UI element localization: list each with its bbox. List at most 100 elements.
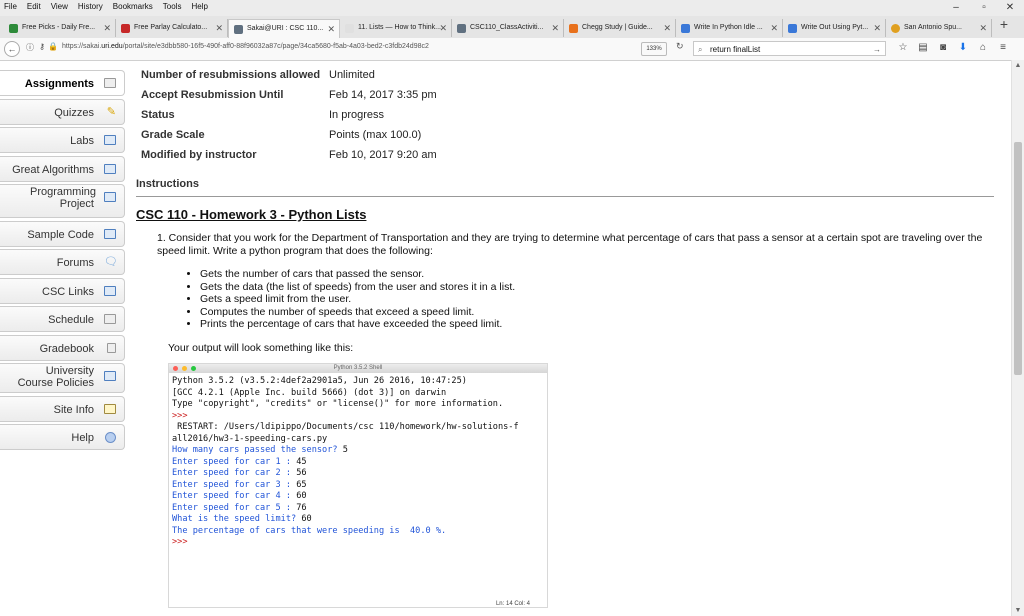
property-value: In progress xyxy=(329,109,385,121)
shell-line-text: [GCC 4.2.1 (Apple Inc. build 5666) (dot … xyxy=(172,387,447,398)
menu-view[interactable]: View xyxy=(46,1,73,13)
page-scrollbar[interactable]: ▲ ▼ xyxy=(1011,60,1024,616)
sidebar-item-label: Help xyxy=(71,432,94,444)
browser-tab[interactable]: Free Parlay Calculato... ✕ xyxy=(116,19,228,37)
property-value: Points (max 100.0) xyxy=(329,129,422,141)
list-item: Computes the number of speeds that excee… xyxy=(200,306,515,319)
go-arrow-icon[interactable]: → xyxy=(873,42,881,57)
minimize-button[interactable]: – xyxy=(942,0,970,16)
tab-title: 11. Lists — How to Think... xyxy=(358,24,441,31)
shell-line-text: Enter speed for car 3 : xyxy=(172,479,297,490)
search-input[interactable]: ⌕ return finalList → xyxy=(693,41,886,56)
menu-edit[interactable]: Edit xyxy=(22,1,46,13)
scrollbar-thumb[interactable] xyxy=(1014,142,1022,375)
book-icon xyxy=(104,135,116,145)
zoom-indicator[interactable]: 133% xyxy=(641,42,667,56)
close-window-button[interactable]: ✕ xyxy=(996,0,1024,16)
back-arrow-icon[interactable]: ← xyxy=(4,41,20,57)
minimize-dot-icon xyxy=(182,366,187,371)
tab-title: Write Out Using Pyt... xyxy=(801,24,869,31)
browser-tab[interactable]: CSC110_ClassActiviti... ✕ xyxy=(452,19,564,37)
tab-close-icon[interactable]: ✕ xyxy=(551,19,559,37)
scroll-up-icon[interactable]: ▲ xyxy=(1012,62,1024,69)
sidebar-item-quizzes[interactable]: Quizzes ✎ xyxy=(0,98,125,125)
tab-close-icon[interactable]: ✕ xyxy=(873,19,881,37)
url-prefix: https://sakai. xyxy=(62,43,102,50)
property-label: Accept Resubmission Until xyxy=(141,89,284,101)
sidebar-item-label: Gradebook xyxy=(39,342,94,355)
tab-close-icon[interactable]: ✕ xyxy=(439,19,447,37)
info-icon[interactable]: ⓘ xyxy=(24,42,36,53)
browser-tab[interactable]: Write In Python Idle ... ✕ xyxy=(676,19,783,37)
sidebar-item-forums[interactable]: Forums 🗨 xyxy=(0,249,125,275)
list-item: Gets a speed limit from the user. xyxy=(200,293,515,306)
close-dot-icon xyxy=(173,366,178,371)
reload-icon[interactable]: ↻ xyxy=(676,41,684,52)
new-tab-icon[interactable]: + xyxy=(1000,16,1008,32)
tab-title: Sakai@URI : CSC 110... xyxy=(247,25,324,32)
shell-line: >>> xyxy=(172,411,547,423)
download-icon[interactable]: ⬇ xyxy=(957,42,969,53)
sidebar-item-university-course-policies[interactable]: University Course Policies xyxy=(0,363,125,393)
tab-close-icon[interactable]: ✕ xyxy=(327,20,335,38)
property-value: Feb 14, 2017 3:35 pm xyxy=(329,89,437,101)
sidebar-item-labs[interactable]: Labs xyxy=(0,127,125,153)
shell-line: The percentage of cars that were speedin… xyxy=(172,526,547,538)
tab-close-icon[interactable]: ✕ xyxy=(663,19,671,37)
browser-tab-active[interactable]: Sakai@URI : CSC 110... ✕ xyxy=(228,19,340,38)
menu-help[interactable]: Help xyxy=(186,1,212,13)
hamburger-menu-icon[interactable]: ≡ xyxy=(997,42,1009,53)
shell-line: Python 3.5.2 (v3.5.2:4def2a2901a5, Jun 2… xyxy=(172,376,547,388)
book-icon xyxy=(104,163,116,174)
sidebar-item-assignments[interactable]: Assignments xyxy=(0,70,125,96)
sidebar-item-sample-code[interactable]: Sample Code xyxy=(0,220,125,247)
tab-title: Free Picks - Daily Fre... xyxy=(22,24,96,31)
shell-title: Python 3.5.2 Shell xyxy=(333,365,383,371)
sidebar-item-label: Great Algorithms xyxy=(12,163,94,176)
browser-tab[interactable]: Write Out Using Pyt... ✕ xyxy=(783,19,886,37)
sidebar-item-schedule[interactable]: Schedule xyxy=(0,306,125,332)
property-label: Number of resubmissions allowed xyxy=(141,69,321,81)
sidebar-item-csc-links[interactable]: CSC Links xyxy=(0,277,125,304)
pocket-icon[interactable]: ◙ xyxy=(937,42,949,53)
sidebar-item-site-info[interactable]: Site Info xyxy=(0,395,125,422)
tab-close-icon[interactable]: ✕ xyxy=(103,19,111,37)
question-text: 1. Consider that you work for the Depart… xyxy=(157,232,983,257)
shell-line-text: Python 3.5.2 (v3.5.2:4def2a2901a5, Jun 2… xyxy=(172,376,467,386)
sidebar-item-programming-project[interactable]: Programming Project xyxy=(0,184,125,218)
tab-close-icon[interactable]: ✕ xyxy=(770,19,778,37)
browser-tab[interactable]: Chegg Study | Guide... ✕ xyxy=(564,19,676,37)
menu-bookmarks[interactable]: Bookmarks xyxy=(108,1,158,13)
sidebar-item-help[interactable]: Help xyxy=(0,424,125,450)
shell-line: How many cars passed the sensor? 5 xyxy=(172,445,547,457)
tab-favicon-icon xyxy=(681,24,690,33)
browser-tab[interactable]: Free Picks - Daily Fre... ✕ xyxy=(4,19,116,37)
menu-history[interactable]: History xyxy=(73,1,108,13)
sidebar-item-gradebook[interactable]: Gradebook xyxy=(0,334,125,361)
menu-file[interactable]: File xyxy=(0,1,22,13)
shell-line-text: Enter speed for car 1 : xyxy=(172,456,297,467)
assignments-icon xyxy=(104,78,116,88)
tab-title: Write In Python Idle ... xyxy=(694,24,763,31)
tab-close-icon[interactable]: ✕ xyxy=(215,19,223,37)
sidebar-item-label: Forums xyxy=(56,257,94,269)
shell-line-text: Enter speed for car 4 : xyxy=(172,491,297,501)
calendar-icon xyxy=(104,314,116,324)
sidebar-item-great-algorithms[interactable]: Great Algorithms xyxy=(0,155,125,182)
url-bar[interactable]: https://sakai.uri.edu/portal/site/e3dbb5… xyxy=(62,43,429,50)
url-domain: uri.edu xyxy=(101,43,123,50)
browser-tab[interactable]: 11. Lists — How to Think... ✕ xyxy=(340,19,452,37)
browser-tab[interactable]: San Antonio Spu... ✕ xyxy=(886,19,992,37)
reading-list-icon[interactable]: ▤ xyxy=(917,42,929,53)
shell-user-input: 60 xyxy=(296,491,307,501)
tab-favicon-icon xyxy=(569,24,578,33)
shell-line: [GCC 4.2.1 (Apple Inc. build 5666) (dot … xyxy=(172,388,547,400)
shell-line-text: all2016/hw3-1-speeding-cars.py xyxy=(172,433,328,444)
home-icon[interactable]: ⌂ xyxy=(977,42,989,53)
restore-button[interactable]: ▫ xyxy=(970,0,998,16)
menu-tools[interactable]: Tools xyxy=(158,1,187,13)
star-icon[interactable]: ☆ xyxy=(897,42,909,53)
scroll-down-icon[interactable]: ▼ xyxy=(1012,607,1024,614)
shell-output: Python 3.5.2 (v3.5.2:4def2a2901a5, Jun 2… xyxy=(169,373,547,549)
tab-close-icon[interactable]: ✕ xyxy=(979,19,987,37)
